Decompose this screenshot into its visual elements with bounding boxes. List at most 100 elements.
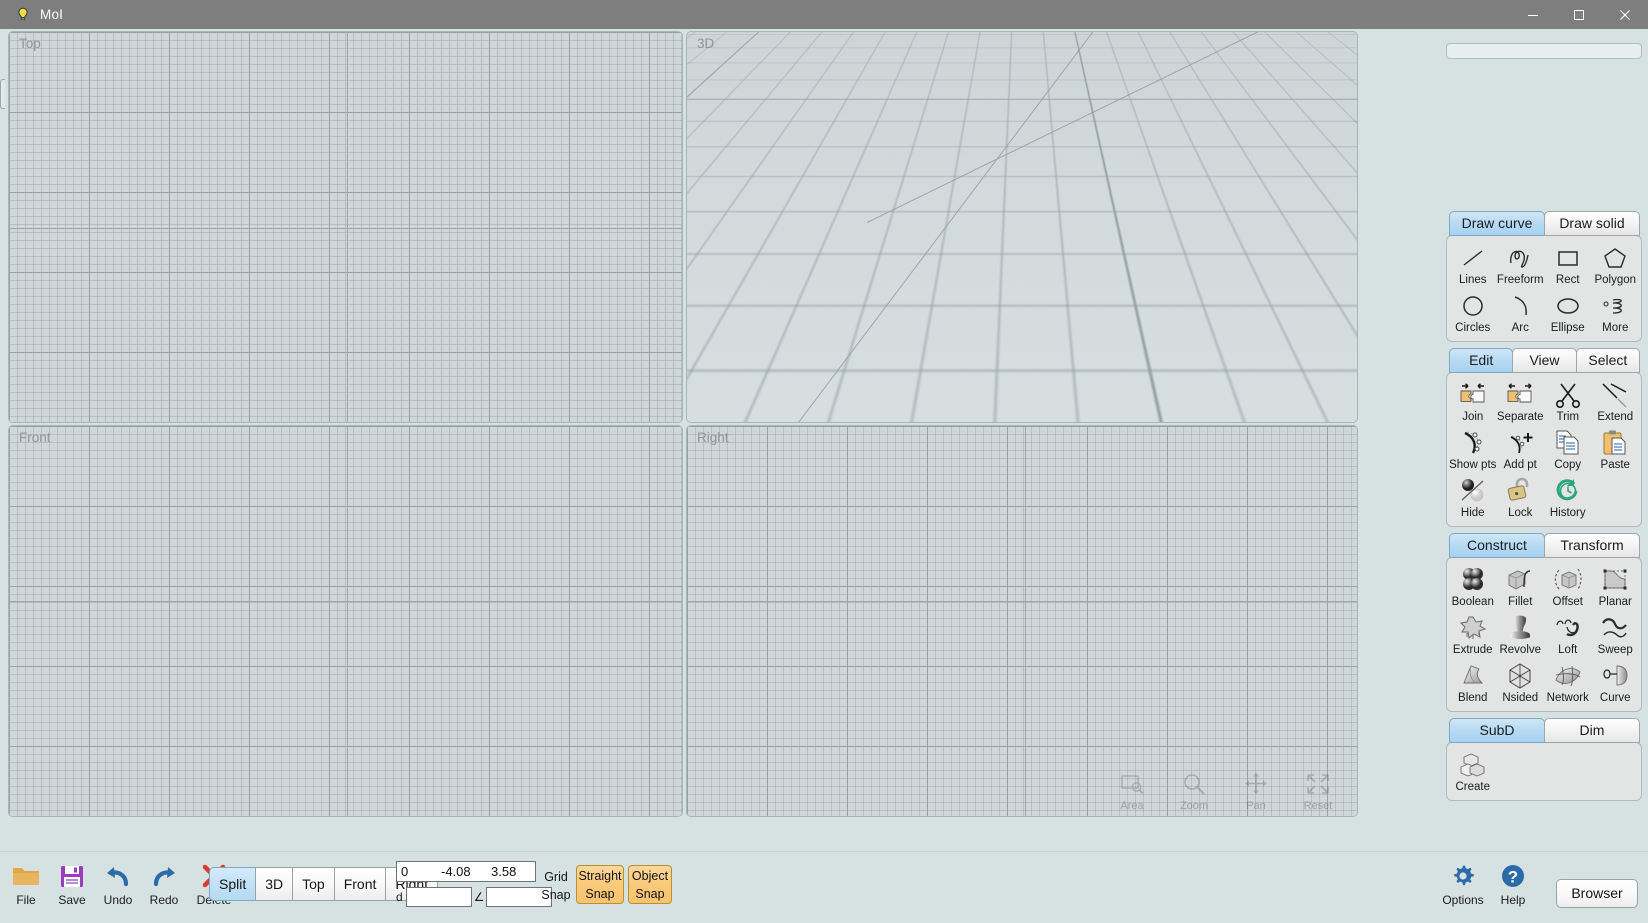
redo-button[interactable]: Redo — [146, 861, 182, 907]
tool-add-pt-label: Add pt — [1497, 459, 1545, 471]
tool-nsided[interactable]: Nsided — [1497, 659, 1545, 707]
subd-create-icon — [1449, 750, 1497, 780]
view-button-3d[interactable]: 3D — [255, 867, 293, 901]
close-button[interactable] — [1602, 0, 1648, 29]
separate-puzzle-icon — [1497, 380, 1545, 410]
planar-icon — [1592, 565, 1640, 595]
viewport-nav-zoom-label: Zoom — [1171, 800, 1217, 812]
gear-icon — [1440, 861, 1486, 891]
tool-extrude[interactable]: Extrude — [1449, 611, 1497, 659]
add-point-icon — [1497, 428, 1545, 458]
tab-view[interactable]: View — [1512, 348, 1576, 373]
help-button[interactable]: ? Help — [1496, 861, 1530, 907]
tool-curve[interactable]: Curve — [1592, 659, 1640, 707]
viewport-nav-zoom[interactable]: Zoom — [1171, 769, 1217, 812]
tool-network[interactable]: Network — [1544, 659, 1592, 707]
tab-draw-solid[interactable]: Draw solid — [1544, 211, 1640, 236]
tool-sweep[interactable]: Sweep — [1592, 611, 1640, 659]
save-button[interactable]: Save — [54, 861, 90, 907]
viewport-nav-area[interactable]: Area — [1109, 769, 1155, 812]
tool-subd-create[interactable]: Create — [1449, 748, 1497, 796]
viewport-front[interactable]: Front — [8, 425, 683, 817]
file-button[interactable]: File — [8, 861, 44, 907]
tab-construct[interactable]: Construct — [1449, 533, 1545, 558]
viewport-right-axis-x — [687, 601, 1357, 602]
tool-lines[interactable]: Lines — [1449, 241, 1497, 289]
snap-group: Grid Snap Straight Snap Object Snap — [540, 865, 672, 904]
maximize-button[interactable] — [1556, 0, 1602, 29]
tab-transform[interactable]: Transform — [1544, 533, 1640, 558]
grid-snap-toggle[interactable]: Grid Snap — [540, 865, 572, 904]
join-puzzle-icon — [1449, 380, 1497, 410]
tool-freeform[interactable]: Freeform — [1497, 241, 1545, 289]
tool-offset[interactable]: Offset — [1544, 563, 1592, 611]
tool-ellipse[interactable]: Ellipse — [1544, 289, 1592, 337]
viewport-nav-reset[interactable]: Reset — [1295, 769, 1341, 812]
distance-input[interactable] — [406, 887, 472, 907]
tool-add-pt[interactable]: Add pt — [1497, 426, 1545, 474]
viewport-nav-pan[interactable]: Pan — [1233, 769, 1279, 812]
tool-blend[interactable]: Blend — [1449, 659, 1497, 707]
tool-loft-label: Loft — [1544, 644, 1592, 656]
minimize-button[interactable] — [1510, 0, 1556, 29]
options-button-label: Options — [1440, 893, 1486, 907]
tool-join[interactable]: Join — [1449, 378, 1497, 426]
viewport-3d[interactable]: 3D — [686, 31, 1358, 423]
tool-more[interactable]: More — [1592, 289, 1640, 337]
tool-boolean[interactable]: Boolean — [1449, 563, 1497, 611]
tool-copy[interactable]: Copy — [1544, 426, 1592, 474]
tab-select[interactable]: Select — [1576, 348, 1640, 373]
tool-polygon[interactable]: Polygon — [1592, 241, 1640, 289]
left-panel-handle[interactable] — [0, 79, 5, 109]
tool-circles[interactable]: Circles — [1449, 289, 1497, 337]
coordinate-entry-group: 0 -4.08 3.58 d ∠ — [396, 861, 552, 907]
side-panel-top-strip[interactable] — [1446, 43, 1642, 59]
coord-x-value: 0 — [397, 864, 441, 879]
tool-lock[interactable]: Lock — [1497, 474, 1545, 522]
tool-extend[interactable]: Extend — [1592, 378, 1640, 426]
window-controls — [1510, 0, 1648, 29]
viewport-right[interactable]: Right Area Zoom Pan Reset — [686, 425, 1358, 817]
viewport-right-axis-y — [1025, 426, 1026, 816]
tool-history[interactable]: History — [1544, 474, 1592, 522]
tool-fillet[interactable]: Fillet — [1497, 563, 1545, 611]
tool-rect[interactable]: Rect — [1544, 241, 1592, 289]
undo-button[interactable]: Undo — [100, 861, 136, 907]
sweep-icon — [1592, 613, 1640, 643]
coordinate-display[interactable]: 0 -4.08 3.58 — [396, 861, 536, 882]
tool-planar[interactable]: Planar — [1592, 563, 1640, 611]
view-button-split[interactable]: Split — [209, 867, 256, 901]
tab-dim[interactable]: Dim — [1544, 718, 1640, 743]
tool-paste[interactable]: Paste — [1592, 426, 1640, 474]
subd-tool-grid: Create — [1449, 748, 1639, 796]
viewport-top-axis-y — [347, 32, 348, 422]
tool-loft[interactable]: Loft — [1544, 611, 1592, 659]
boolean-spheres-icon — [1449, 565, 1497, 595]
tab-subd[interactable]: SubD — [1449, 718, 1545, 743]
object-snap-toggle[interactable]: Object Snap — [628, 865, 672, 904]
view-button-front[interactable]: Front — [334, 867, 387, 901]
pan-icon — [1233, 769, 1279, 799]
tool-revolve[interactable]: Revolve — [1497, 611, 1545, 659]
viewport-top[interactable]: Top — [8, 31, 683, 423]
tool-ellipse-label: Ellipse — [1544, 322, 1592, 334]
tool-freeform-label: Freeform — [1497, 274, 1545, 286]
options-button[interactable]: Options — [1440, 861, 1486, 907]
tool-separate[interactable]: Separate — [1497, 378, 1545, 426]
construct-tool-grid: Boolean Fillet Offset Planar Extrude Rev… — [1449, 563, 1639, 707]
tab-edit[interactable]: Edit — [1449, 348, 1513, 373]
view-button-top[interactable]: Top — [292, 867, 335, 901]
tool-revolve-label: Revolve — [1497, 644, 1545, 656]
left-panel-collapsed — [0, 29, 6, 874]
straight-snap-toggle[interactable]: Straight Snap — [576, 865, 624, 904]
tool-hide[interactable]: Hide — [1449, 474, 1497, 522]
tool-circles-label: Circles — [1449, 322, 1497, 334]
tab-draw-curve[interactable]: Draw curve — [1449, 211, 1545, 236]
object-snap-line2: Snap — [629, 885, 671, 903]
draw-tool-grid: Lines Freeform Rect Polygon Circles Arc … — [1449, 241, 1639, 337]
tool-arc[interactable]: Arc — [1497, 289, 1545, 337]
browser-button[interactable]: Browser — [1556, 879, 1638, 908]
tool-show-pts[interactable]: Show pts — [1449, 426, 1497, 474]
subd-group: SubD Dim Create — [1446, 718, 1642, 801]
tool-trim[interactable]: Trim — [1544, 378, 1592, 426]
